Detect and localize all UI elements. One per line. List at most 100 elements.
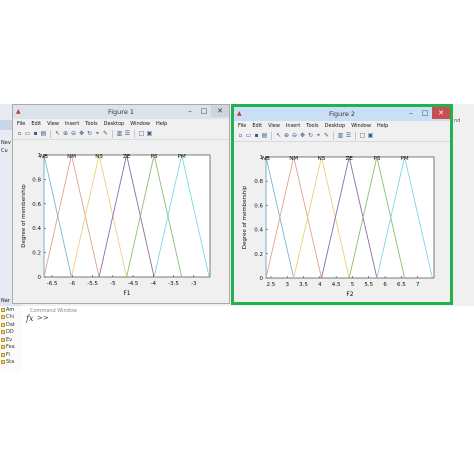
y-tick-label: 0.2 (254, 252, 263, 258)
x-tick-label: -6.5 (47, 281, 58, 287)
toolbar-separator (271, 131, 272, 140)
menu-tools[interactable]: Tools (85, 121, 97, 127)
rotate-icon[interactable]: ↻ (86, 130, 93, 137)
data-cursor-icon[interactable]: ⌖ (315, 132, 322, 139)
close-button[interactable]: ✕ (432, 107, 450, 119)
fx-icon[interactable]: fx (26, 314, 33, 323)
list-item[interactable]: Dat (0, 321, 22, 329)
command-window[interactable] (22, 306, 474, 372)
menu-bar: File Edit View Insert Tools Desktop Wind… (234, 121, 450, 130)
x-tick-label: -3 (191, 281, 197, 287)
series-label: ZE (123, 154, 131, 160)
menu-view[interactable]: View (268, 123, 280, 129)
command-prompt[interactable]: >> (37, 314, 49, 322)
figure-1-window[interactable]: ▲ Figure 1 – □ ✕ File Edit View Insert T… (12, 104, 230, 304)
zoom-out-icon[interactable]: ⊖ (70, 130, 77, 137)
membership-plot-f2[interactable]: NB NM NS ZE PS PM2.5 3 3.5 4 4.5 5 5.5 6 6.5 700.20.40… (234, 143, 450, 303)
open-icon[interactable]: ▭ (24, 130, 31, 137)
hide-plot-icon[interactable]: □ (359, 132, 366, 139)
x-tick-label: -4 (151, 281, 157, 287)
left-label-new[interactable]: Nev (1, 140, 11, 146)
pointer-icon[interactable]: ↖ (54, 130, 61, 137)
print-icon[interactable]: ▤ (261, 132, 268, 139)
brush-icon[interactable]: ✎ (102, 130, 109, 137)
toolbar-separator (355, 131, 356, 140)
x-tick-label: -6 (70, 281, 76, 287)
menu-help[interactable]: Help (377, 123, 388, 129)
toolbar-separator (134, 129, 135, 138)
maximize-button[interactable]: □ (418, 107, 432, 119)
list-item[interactable]: Fea (0, 344, 22, 352)
minimize-button[interactable]: – (183, 105, 197, 117)
matlab-right-panel: nd (452, 104, 474, 304)
variable-icon (1, 345, 5, 350)
list-item[interactable]: Ev (0, 336, 22, 344)
save-icon[interactable]: ▪ (32, 130, 39, 137)
menu-tools[interactable]: Tools (306, 123, 318, 129)
menu-desktop[interactable]: Desktop (325, 123, 346, 129)
menu-file[interactable]: File (17, 121, 25, 127)
maximize-button[interactable]: □ (197, 105, 211, 117)
figure-1-titlebar[interactable]: ▲ Figure 1 – □ ✕ (13, 105, 229, 119)
legend-icon[interactable]: ☰ (345, 132, 352, 139)
menu-desktop[interactable]: Desktop (104, 121, 125, 127)
new-icon[interactable]: ▫ (16, 130, 23, 137)
brush-icon[interactable]: ✎ (323, 132, 330, 139)
y-tick-label: 0.4 (32, 226, 41, 232)
menu-view[interactable]: View (47, 121, 59, 127)
axes-box (43, 154, 211, 278)
pan-icon[interactable]: ✥ (299, 132, 306, 139)
colorbar-icon[interactable]: ▥ (116, 130, 123, 137)
menu-window[interactable]: Window (130, 121, 150, 127)
figure-2-window[interactable]: ▲ Figure 2 – □ ✕ File Edit View Insert T… (231, 104, 453, 305)
minimize-button[interactable]: – (404, 107, 418, 119)
membership-plot-f1[interactable]: NB NM NS ZE PS PM-6.5 -6 -5.5 -5 -4.5 -4 -3.5 -300.2… (13, 141, 229, 303)
menu-file[interactable]: File (238, 123, 246, 129)
menu-edit[interactable]: Edit (252, 123, 262, 129)
rotate-icon[interactable]: ↻ (307, 132, 314, 139)
pan-icon[interactable]: ✥ (78, 130, 85, 137)
menu-edit[interactable]: Edit (31, 121, 41, 127)
zoom-in-icon[interactable]: ⊕ (283, 132, 290, 139)
close-button[interactable]: ✕ (211, 105, 229, 117)
x-tick-label: 5.5 (364, 282, 373, 288)
list-item[interactable]: Fi (0, 351, 22, 359)
menu-insert[interactable]: Insert (65, 121, 79, 127)
y-tick-label: 0.4 (254, 228, 263, 234)
pointer-icon[interactable]: ↖ (275, 132, 282, 139)
zoom-in-icon[interactable]: ⊕ (62, 130, 69, 137)
menu-bar: File Edit View Insert Tools Desktop Wind… (13, 119, 229, 128)
series-label: ZE (346, 156, 354, 162)
y-tick-label: 0.8 (32, 177, 41, 183)
hide-plot-icon[interactable]: □ (138, 130, 145, 137)
toolbar-separator (50, 129, 51, 138)
list-item[interactable]: DD (0, 329, 22, 337)
menu-insert[interactable]: Insert (286, 123, 300, 129)
y-tick-label: 0.6 (32, 202, 41, 208)
list-item[interactable]: Am (0, 306, 22, 314)
show-plot-icon[interactable]: ▣ (146, 130, 153, 137)
menu-window[interactable]: Window (351, 123, 371, 129)
open-icon[interactable]: ▭ (245, 132, 252, 139)
new-icon[interactable]: ▫ (237, 132, 244, 139)
toolbar-separator (333, 131, 334, 140)
list-item[interactable]: Chi (0, 314, 22, 322)
data-cursor-icon[interactable]: ⌖ (94, 130, 101, 137)
figure-toolbar: ▫ ▭ ▪ ▤ ↖ ⊕ ⊖ ✥ ↻ ⌖ ✎ ▥ ☰ □ ▣ (13, 128, 229, 140)
save-icon[interactable]: ▪ (253, 132, 260, 139)
figure-2-titlebar[interactable]: ▲ Figure 2 – □ ✕ (234, 107, 450, 121)
list-item[interactable]: Sta (0, 359, 22, 367)
variable-icon (1, 352, 5, 357)
print-icon[interactable]: ▤ (40, 130, 47, 137)
colorbar-icon[interactable]: ▥ (337, 132, 344, 139)
series-label: PM (178, 154, 186, 160)
show-plot-icon[interactable]: ▣ (367, 132, 374, 139)
series-label: NS (95, 154, 103, 160)
legend-icon[interactable]: ☰ (124, 130, 131, 137)
zoom-out-icon[interactable]: ⊖ (291, 132, 298, 139)
series-label: NM (289, 156, 298, 162)
x-tick-label: 4.5 (332, 282, 341, 288)
variable-icon (1, 330, 5, 335)
x-tick-label: 7 (416, 282, 420, 288)
menu-help[interactable]: Help (156, 121, 167, 127)
